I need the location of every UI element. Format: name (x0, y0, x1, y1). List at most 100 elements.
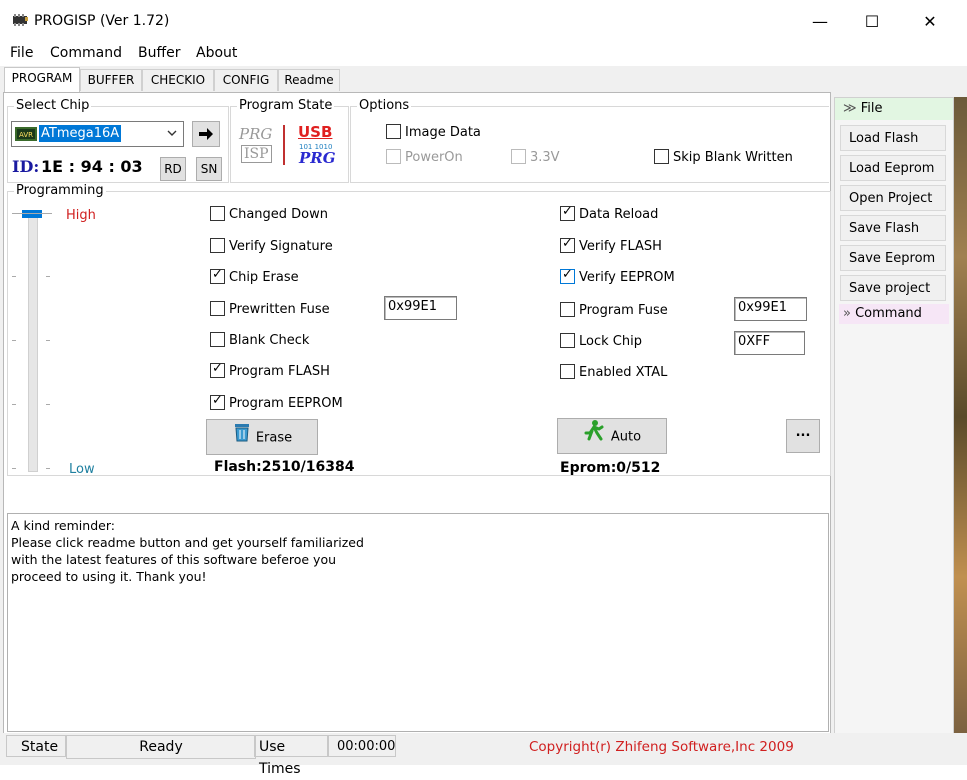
chip-select[interactable]: AVR ATmega16A (11, 121, 184, 147)
menu-about[interactable]: About (196, 45, 237, 61)
tab-checkio[interactable]: CHECKIO (142, 69, 214, 91)
check-icon: ✓ (212, 267, 223, 282)
save-eeprom-button[interactable]: Save Eeprom (840, 245, 946, 271)
chip-icon: AVR (15, 126, 37, 146)
status-bar: State Ready Use Times 00:00:00 Copyright… (0, 733, 967, 777)
auto-button[interactable]: Auto (557, 418, 667, 454)
state-value: Ready (66, 735, 256, 759)
select-chip-group: Select Chip AVR ATmega16A ID: 1E : 94 : … (7, 98, 229, 183)
chevron-double-down-icon: ≫ (843, 101, 857, 116)
program-eeprom-checkbox[interactable]: ✓ Program EEPROM (210, 393, 343, 412)
menu-file[interactable]: File (10, 45, 33, 61)
program-fuse-value[interactable]: 0x99E1 (734, 297, 807, 321)
tab-buffer[interactable]: BUFFER (80, 69, 142, 91)
select-chip-label: Select Chip (14, 98, 92, 113)
minimize-button[interactable]: — (797, 8, 843, 36)
maximize-icon: ☐ (864, 12, 880, 31)
menu-bar: File Command Buffer About (0, 44, 967, 66)
menu-command[interactable]: Command (50, 45, 122, 61)
close-button[interactable]: ✕ (907, 8, 953, 36)
save-flash-button[interactable]: Save Flash (840, 215, 946, 241)
state-divider (283, 125, 285, 165)
load-flash-button[interactable]: Load Flash (840, 125, 946, 151)
id-label: ID: (12, 157, 40, 176)
sidebar: ≫ File Load Flash Load Eeprom Open Proje… (834, 97, 954, 734)
chevron-down-icon (166, 124, 178, 145)
close-icon: ✕ (923, 12, 937, 31)
sidebar-file-header[interactable]: ≫ File (835, 98, 953, 120)
programming-group: Programming High Low Changed Down Verify… (7, 183, 831, 477)
speed-low-label: Low (69, 462, 95, 477)
use-times-label: Use Times (254, 735, 328, 777)
sn-button[interactable]: SN (196, 157, 222, 181)
lock-chip-value[interactable]: 0XFF (734, 331, 805, 355)
app-icon (11, 12, 29, 32)
sidebar-command-header[interactable]: » Command (839, 304, 949, 324)
check-icon: ✓ (212, 361, 223, 376)
arrow-right-icon (197, 128, 215, 147)
use-times-value: 00:00:00 (328, 735, 396, 757)
verify-signature-checkbox[interactable]: Verify Signature (210, 238, 333, 255)
skip-blank-checkbox[interactable]: Skip Blank Written (654, 149, 793, 166)
tab-strip: PROGRAM BUFFER CHECKIO CONFIG Readme (0, 67, 830, 92)
save-project-button[interactable]: Save project (840, 275, 946, 301)
minimize-icon: — (812, 12, 828, 31)
window-title: PROGISP (Ver 1.72) (34, 13, 170, 29)
verify-flash-checkbox[interactable]: ✓ Verify FLASH (560, 236, 662, 255)
program-fuse-checkbox[interactable]: Program Fuse (560, 302, 668, 319)
v33-checkbox[interactable]: 3.3V (511, 149, 560, 166)
copyright-text: Copyright(r) Zhifeng Software,Inc 2009 (529, 739, 794, 755)
prewritten-fuse-value[interactable]: 0x99E1 (384, 296, 457, 320)
tab-program[interactable]: PROGRAM (4, 67, 80, 92)
prewritten-fuse-checkbox[interactable]: Prewritten Fuse (210, 301, 330, 318)
chip-id-value: 1E : 94 : 03 (41, 157, 143, 176)
chevron-double-right-icon: » (843, 306, 851, 321)
title-bar: PROGISP (Ver 1.72) — ☐ ✕ (0, 0, 967, 44)
trash-icon (232, 420, 252, 456)
runner-icon (583, 419, 605, 455)
check-icon: ✓ (562, 236, 573, 251)
tab-readme[interactable]: Readme (278, 69, 340, 91)
desktop-background-strip (954, 97, 967, 737)
tab-config[interactable]: CONFIG (214, 69, 278, 91)
verify-eeprom-checkbox[interactable]: ✓ Verify EEPROM (560, 267, 675, 286)
load-eeprom-button[interactable]: Load Eeprom (840, 155, 946, 181)
image-data-checkbox[interactable]: Image Data (386, 124, 481, 141)
flash-info: Flash:2510/16384 (214, 459, 355, 475)
program-state-group: Program State PRG ISP USB 101 1010 PRG (230, 98, 349, 183)
speed-high-label: High (66, 208, 96, 223)
check-icon: ✓ (212, 393, 223, 408)
more-button[interactable]: ... (786, 419, 820, 453)
erase-button[interactable]: Erase (206, 419, 318, 455)
options-label: Options (357, 98, 412, 113)
lock-chip-checkbox[interactable]: Lock Chip (560, 333, 642, 350)
open-project-button[interactable]: Open Project (840, 185, 946, 211)
usb-prg-icon: USB 101 1010 PRG (298, 123, 336, 167)
maximize-button[interactable]: ☐ (849, 8, 895, 36)
eprom-info: Eprom:0/512 (560, 460, 661, 476)
reminder-text: A kind reminder: Please click readme but… (11, 518, 364, 584)
prg-isp-icon: PRG ISP (239, 125, 273, 163)
reminder-textarea[interactable]: A kind reminder: Please click readme but… (7, 513, 829, 732)
svg-text:AVR: AVR (19, 131, 33, 139)
options-group: Options Image Data PowerOn 3.3V Skip Bla… (350, 98, 829, 183)
blank-check-checkbox[interactable]: Blank Check (210, 332, 309, 349)
speed-slider[interactable] (12, 210, 52, 475)
program-state-label: Program State (237, 98, 335, 113)
rd-button[interactable]: RD (160, 157, 186, 181)
chip-erase-checkbox[interactable]: ✓ Chip Erase (210, 267, 299, 286)
changed-down-checkbox[interactable]: Changed Down (210, 206, 328, 223)
slider-track (28, 214, 38, 472)
enabled-xtal-checkbox[interactable]: Enabled XTAL (560, 364, 667, 381)
check-icon: ✓ (562, 267, 573, 282)
programming-label: Programming (14, 183, 106, 198)
select-chip-go-button[interactable] (192, 121, 220, 147)
power-on-checkbox[interactable]: PowerOn (386, 149, 463, 166)
slider-thumb[interactable] (22, 210, 42, 218)
check-icon: ✓ (562, 204, 573, 219)
program-panel: Select Chip AVR ATmega16A ID: 1E : 94 : … (3, 92, 831, 734)
state-label: State (6, 735, 66, 757)
menu-buffer[interactable]: Buffer (138, 45, 181, 61)
data-reload-checkbox[interactable]: ✓ Data Reload (560, 204, 658, 223)
program-flash-checkbox[interactable]: ✓ Program FLASH (210, 361, 330, 380)
